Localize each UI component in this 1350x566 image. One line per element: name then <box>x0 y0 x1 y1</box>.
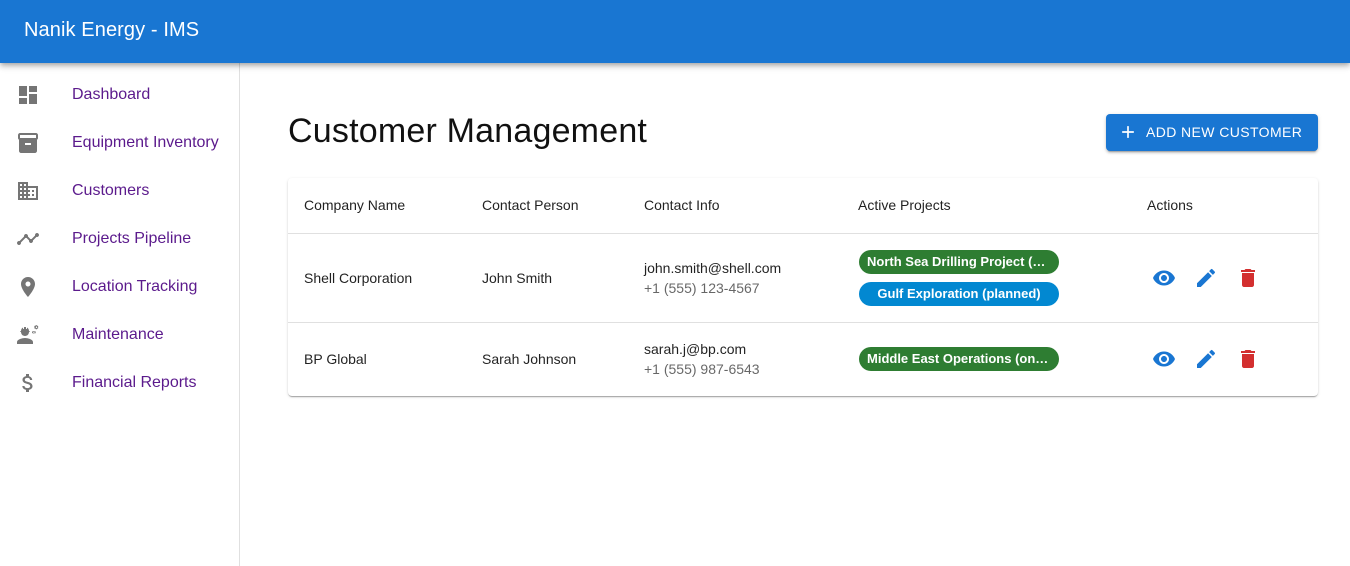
sidebar: Dashboard Equipment Inventory Customers … <box>0 63 240 566</box>
company-name: Shell Corporation <box>304 270 413 286</box>
view-icon[interactable] <box>1152 347 1176 371</box>
sidebar-item-label: Customers <box>72 182 150 199</box>
project-chip: Middle East Operations (ongoing) <box>859 347 1059 371</box>
company-name: BP Global <box>304 351 367 367</box>
app-title: Nanik Energy - IMS <box>24 19 200 41</box>
delete-icon[interactable] <box>1236 347 1260 371</box>
contact-email: john.smith@shell.com <box>644 260 782 276</box>
contact-phone: +1 (555) 987-6543 <box>644 361 760 377</box>
header-contact-person: Contact Person <box>482 197 579 213</box>
sidebar-item-label: Dashboard <box>72 86 151 103</box>
sidebar-item-projects-pipeline[interactable]: Projects Pipeline <box>0 215 239 263</box>
sidebar-item-label: Equipment Inventory <box>72 134 219 151</box>
sidebar-item-label: Maintenance <box>72 326 164 343</box>
sidebar-item-label: Location Tracking <box>72 278 198 295</box>
contact-phone: +1 (555) 123-4567 <box>644 280 760 296</box>
sidebar-item-customers[interactable]: Customers <box>0 167 239 215</box>
dashboard-icon <box>16 83 40 107</box>
add-new-customer-button[interactable]: ADD NEW CUSTOMER <box>1106 114 1318 151</box>
contact-email: sarah.j@bp.com <box>644 341 747 357</box>
timeline-icon <box>16 227 40 251</box>
plus-icon <box>1118 122 1138 142</box>
contact-person: Sarah Johnson <box>482 351 577 367</box>
page-title: Customer Management <box>288 112 648 150</box>
header-actions: Actions <box>1147 197 1193 213</box>
edit-icon[interactable] <box>1194 266 1218 290</box>
header-contact-info: Contact Info <box>644 197 720 213</box>
header-divider <box>288 233 1318 234</box>
main-content: Customer Management ADD NEW CUSTOMER Com… <box>240 63 1350 566</box>
engineering-icon <box>16 323 40 347</box>
delete-icon[interactable] <box>1236 266 1260 290</box>
project-chip: North Sea Drilling Project (ongoing) <box>859 250 1059 274</box>
sidebar-item-dashboard[interactable]: Dashboard <box>0 71 239 119</box>
sidebar-item-maintenance[interactable]: Maintenance <box>0 311 239 359</box>
add-button-label: ADD NEW CUSTOMER <box>1146 124 1303 140</box>
sidebar-item-label: Projects Pipeline <box>72 230 192 247</box>
business-icon <box>16 179 40 203</box>
edit-icon[interactable] <box>1194 347 1218 371</box>
header-active-projects: Active Projects <box>858 197 951 213</box>
customers-table: Company Name Contact Person Contact Info… <box>288 178 1318 396</box>
view-icon[interactable] <box>1152 266 1176 290</box>
header-company-name: Company Name <box>304 197 406 213</box>
row-divider <box>288 322 1318 323</box>
sidebar-item-financial-reports[interactable]: Financial Reports <box>0 359 239 407</box>
sidebar-item-label: Financial Reports <box>72 374 197 391</box>
app-bar: Nanik Energy - IMS <box>0 0 1350 63</box>
location-pin-icon <box>16 275 40 299</box>
dollar-icon <box>16 371 40 395</box>
inventory-icon <box>16 131 40 155</box>
sidebar-item-location-tracking[interactable]: Location Tracking <box>0 263 239 311</box>
sidebar-item-equipment-inventory[interactable]: Equipment Inventory <box>0 119 239 167</box>
contact-person: John Smith <box>482 270 553 286</box>
project-chip: Gulf Exploration (planned) <box>859 282 1059 306</box>
